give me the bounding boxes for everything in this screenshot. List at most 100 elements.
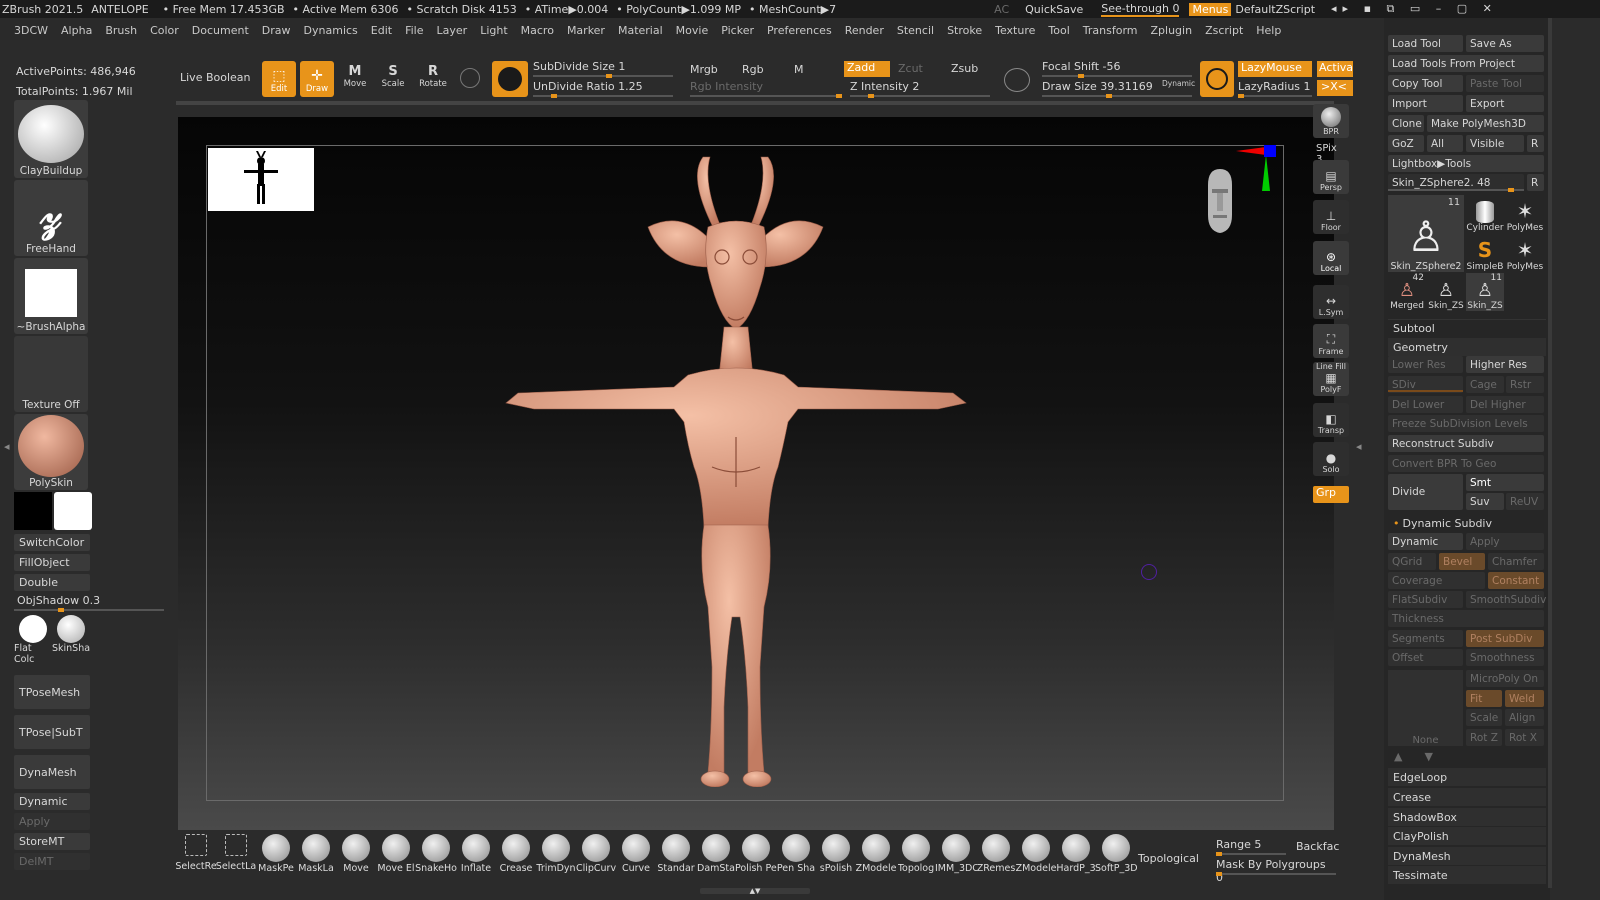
- menu-item-light[interactable]: Light: [480, 24, 507, 37]
- menu-item-marker[interactable]: Marker: [567, 24, 605, 37]
- tool-thumb-skin-zs-1[interactable]: ♙ Skin_ZS: [1428, 273, 1464, 311]
- backface-button[interactable]: Backfac: [1296, 840, 1339, 853]
- rotz-button[interactable]: Rot Z: [1466, 729, 1502, 746]
- rotx-button[interactable]: Rot X: [1505, 729, 1544, 746]
- bevel-button[interactable]: Bevel: [1439, 553, 1485, 570]
- menu-item-zscript[interactable]: Zscript: [1205, 24, 1243, 37]
- micropoly-arrows-icon[interactable]: ▲▼: [1394, 750, 1455, 763]
- reconstruct-subdiv-button[interactable]: Reconstruct Subdiv: [1388, 435, 1544, 452]
- tposemesh-button[interactable]: TPoseMesh: [14, 675, 90, 709]
- grp-button[interactable]: Grp: [1313, 486, 1349, 503]
- draw-button[interactable]: ✛ Draw: [300, 61, 334, 97]
- stroke-freehand-button[interactable]: 𝓏 FreeHand: [14, 180, 88, 256]
- switchcolor-button[interactable]: SwitchColor: [14, 534, 90, 551]
- brush-clipcurv[interactable]: ClipCurv: [576, 834, 616, 882]
- storemt-button[interactable]: StoreMT: [14, 833, 90, 850]
- tool-thumb-skin-zs-2[interactable]: ♙ Skin_ZS 11: [1466, 273, 1504, 311]
- clone-button[interactable]: Clone: [1388, 115, 1424, 132]
- smt-button[interactable]: Smt: [1466, 474, 1544, 491]
- range-slider[interactable]: Range 5: [1216, 838, 1306, 856]
- dynamic-button[interactable]: Dynamic: [14, 793, 90, 810]
- subtool-section[interactable]: Subtool: [1388, 319, 1546, 337]
- dynamic-subdiv-toggle[interactable]: Dynamic: [1388, 533, 1463, 550]
- micropoly-preview[interactable]: None: [1388, 670, 1463, 746]
- brush-claybuildup-button[interactable]: ClayBuildup: [14, 100, 88, 178]
- brush-topolog[interactable]: Topolog: [896, 834, 936, 882]
- menu-item-alpha[interactable]: Alpha: [61, 24, 92, 37]
- crease-section[interactable]: Crease: [1388, 788, 1546, 806]
- paste-tool-button[interactable]: Paste Tool: [1466, 75, 1544, 92]
- undivide-ratio-slider[interactable]: UnDivide Ratio 1.25: [533, 80, 673, 98]
- scale-button[interactable]: S Scale: [376, 64, 410, 94]
- menu-item-layer[interactable]: Layer: [437, 24, 468, 37]
- live-boolean-button[interactable]: Live Boolean: [180, 71, 251, 84]
- flatsubdiv-slider[interactable]: FlatSubdiv: [1388, 591, 1463, 608]
- menu-item-preferences[interactable]: Preferences: [767, 24, 832, 37]
- tool-thumb-cylinder[interactable]: Cylinder: [1466, 195, 1504, 233]
- rgb-intensity-slider[interactable]: Rgb Intensity: [690, 80, 842, 98]
- brush-selectre[interactable]: SelectRe: [175, 834, 217, 882]
- brush-hardp-3[interactable]: HardP_3: [1056, 834, 1096, 882]
- brush-polish-pen-a[interactable]: Polish Pen A: [735, 834, 777, 882]
- symmetry-x-button[interactable]: >X<: [1317, 80, 1353, 96]
- brush-zremes[interactable]: ZRemes: [976, 834, 1016, 882]
- default-zscript-button[interactable]: DefaultZScript: [1235, 3, 1315, 16]
- brush-selectla[interactable]: SelectLa: [216, 834, 256, 882]
- weld-button[interactable]: Weld: [1505, 690, 1544, 707]
- menu-item-texture[interactable]: Texture: [995, 24, 1035, 37]
- brush-softp-3d[interactable]: SoftP_3D: [1095, 834, 1137, 882]
- orientation-head-icon[interactable]: [1200, 165, 1240, 245]
- objshadow-slider[interactable]: ObjShadow 0.3: [14, 594, 164, 612]
- m-button[interactable]: M: [794, 63, 804, 76]
- menu-item-color[interactable]: Color: [150, 24, 179, 37]
- fillobject-button[interactable]: FillObject: [14, 554, 90, 571]
- lazymouse-icon-button[interactable]: [1200, 61, 1234, 97]
- dynamesh-button[interactable]: DynaMesh: [14, 755, 90, 789]
- brush-zmodele[interactable]: ZModele: [856, 834, 896, 882]
- menu-item-tool[interactable]: Tool: [1048, 24, 1069, 37]
- apply-button[interactable]: Apply: [14, 813, 90, 830]
- segments-slider[interactable]: Segments: [1388, 630, 1463, 647]
- align-button[interactable]: Align: [1505, 709, 1544, 726]
- brush-imm-3dc[interactable]: IMM_3DC: [935, 834, 977, 882]
- brush-maskpe[interactable]: MaskPe: [256, 834, 296, 882]
- local-button[interactable]: ⊛ Local: [1313, 241, 1349, 275]
- delmt-button[interactable]: DelMT: [14, 853, 90, 870]
- quicksave-button[interactable]: QuickSave: [1025, 3, 1083, 16]
- menu-item-picker[interactable]: Picker: [721, 24, 754, 37]
- brush-move[interactable]: Move: [336, 834, 376, 882]
- tool-thumb-simplebrush[interactable]: S SimpleB: [1466, 234, 1504, 272]
- floor-button[interactable]: ⊥ Floor: [1313, 200, 1349, 234]
- right-collapse-arrow-icon[interactable]: ◂: [1356, 440, 1362, 460]
- tpose-subt-button[interactable]: TPose|SubT: [14, 715, 90, 749]
- mask-by-polygroups-slider[interactable]: Mask By Polygroups 0: [1216, 858, 1336, 884]
- frame-button[interactable]: ⛶ Frame: [1313, 324, 1349, 358]
- brush-maskla[interactable]: MaskLa: [296, 834, 336, 882]
- skinshade-material[interactable]: SkinSha: [52, 615, 90, 665]
- make-polymesh-button[interactable]: Make PolyMesh3D: [1427, 115, 1544, 132]
- dynamic-apply-button[interactable]: Apply: [1466, 533, 1544, 550]
- micropoly-button[interactable]: MicroPoly On: [1466, 670, 1544, 687]
- menu-item-help[interactable]: Help: [1256, 24, 1281, 37]
- lower-res-button[interactable]: Lower Res: [1388, 356, 1463, 373]
- bpr-button[interactable]: BPR: [1313, 104, 1349, 138]
- higher-res-button[interactable]: Higher Res: [1466, 356, 1544, 373]
- topological-button[interactable]: Topological: [1138, 852, 1199, 865]
- tool-thumb-skin-zsphere[interactable]: ♙ Skin_ZSphere2 11: [1388, 195, 1464, 272]
- solo-button[interactable]: ● Solo: [1313, 442, 1349, 476]
- goz-all-button[interactable]: All: [1427, 135, 1463, 152]
- shadowbox-section[interactable]: ShadowBox: [1388, 808, 1546, 826]
- lightbox-tools-button[interactable]: Lightbox▶Tools: [1388, 155, 1544, 172]
- menu-item-material[interactable]: Material: [618, 24, 663, 37]
- rotate-button[interactable]: R Rotate: [416, 64, 450, 94]
- menu-item-render[interactable]: Render: [845, 24, 884, 37]
- brush-snakeho[interactable]: SnakeHo: [415, 834, 457, 882]
- dynamesh-section[interactable]: DynaMesh: [1388, 847, 1546, 865]
- tool-panel-scrollbar[interactable]: [1548, 18, 1552, 888]
- menu-item-zplugin[interactable]: Zplugin: [1151, 24, 1193, 37]
- alpha-button[interactable]: ~BrushAlpha: [14, 258, 88, 334]
- menu-item-transform[interactable]: Transform: [1083, 24, 1138, 37]
- mrgb-button[interactable]: Mrgb: [690, 63, 718, 76]
- menu-item-document[interactable]: Document: [192, 24, 249, 37]
- lazymouse-button[interactable]: LazyMouse: [1238, 61, 1312, 77]
